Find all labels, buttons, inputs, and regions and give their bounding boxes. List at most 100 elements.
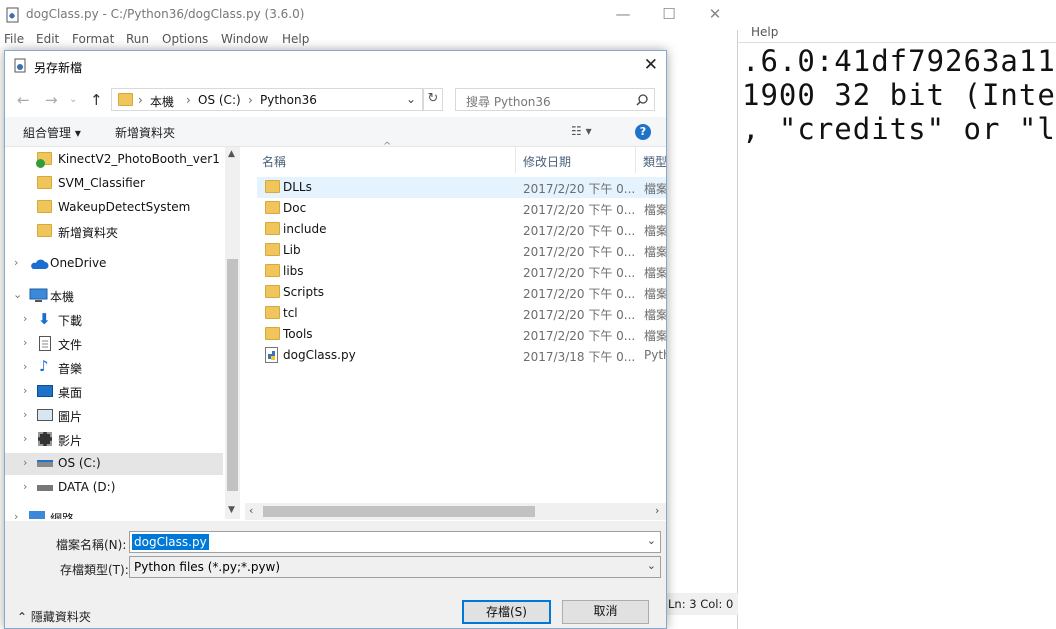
expand-chevron-icon[interactable]: › xyxy=(23,408,27,421)
tree-item-documents[interactable]: › 文件 xyxy=(5,333,223,355)
scroll-down-icon[interactable]: ▼ xyxy=(228,505,235,515)
help-icon[interactable]: ? xyxy=(635,124,651,140)
expand-chevron-icon[interactable]: › xyxy=(14,510,18,519)
tree-item-label: SVM_Classifier xyxy=(58,176,145,190)
menu-edit[interactable]: Edit xyxy=(36,32,59,46)
file-name: Scripts xyxy=(283,285,325,299)
column-date[interactable]: 修改日期 xyxy=(523,153,571,170)
expand-chevron-icon[interactable]: › xyxy=(14,256,18,269)
cancel-button[interactable]: 取消 xyxy=(562,600,649,624)
back-arrow-icon[interactable]: ← xyxy=(17,91,30,109)
nav-scrollbar[interactable]: ▲ ▼ xyxy=(225,147,240,519)
breadcrumb-python36[interactable]: Python36 xyxy=(260,93,317,107)
column-name[interactable]: 名稱 xyxy=(262,153,286,170)
file-row[interactable]: libs 2017/2/20 下午 0... 檔案 xyxy=(257,261,666,282)
expand-chevron-icon[interactable]: › xyxy=(23,384,27,397)
chevron-down-icon[interactable]: ⌄ xyxy=(647,534,656,547)
file-type: 檔案 xyxy=(644,329,666,343)
file-date: 2017/2/20 下午 0... xyxy=(523,266,636,280)
file-row[interactable]: Doc 2017/2/20 下午 0... 檔案 xyxy=(257,198,666,219)
column-type[interactable]: 類型 xyxy=(643,153,666,170)
filename-input[interactable]: dogClass.py ⌄ xyxy=(129,531,661,553)
tree-item-music[interactable]: › ♪ 音樂 xyxy=(5,357,223,379)
folder-icon xyxy=(265,306,280,319)
scroll-right-icon[interactable]: › xyxy=(655,504,659,517)
tree-item-onedrive[interactable]: › OneDrive xyxy=(5,253,223,275)
file-row[interactable]: tcl 2017/2/20 下午 0... 檔案 xyxy=(257,303,666,324)
horizontal-scrollbar[interactable]: ‹ › xyxy=(245,503,666,520)
tree-item-videos[interactable]: › 影片 xyxy=(5,429,223,451)
recent-chevron-icon[interactable]: ⌄ xyxy=(69,94,77,105)
scroll-left-icon[interactable]: ‹ xyxy=(249,504,253,517)
cloud-icon xyxy=(31,259,49,269)
file-type: 檔案 xyxy=(644,224,666,238)
tree-item-label: 網路 xyxy=(50,512,75,519)
chevron-down-icon[interactable]: ⌄ xyxy=(647,559,656,572)
expand-chevron-icon[interactable]: › xyxy=(23,456,27,469)
column-separator[interactable] xyxy=(635,147,636,173)
file-name: DLLs xyxy=(283,180,312,194)
expand-chevron-icon[interactable]: › xyxy=(23,312,27,325)
python-file-icon xyxy=(265,347,278,363)
tree-item-kinect[interactable]: KinectV2_PhotoBooth_ver1 xyxy=(5,149,223,171)
tree-item-pictures[interactable]: › 圖片 xyxy=(5,405,223,427)
view-options-icon[interactable]: ☷ ▾ xyxy=(571,124,592,138)
shell-menu-help[interactable]: Help xyxy=(751,25,778,39)
address-dropdown-icon[interactable]: ⌄ xyxy=(406,92,416,106)
refresh-icon[interactable]: ↻ xyxy=(423,88,443,111)
tree-item-this-pc[interactable]: ⌄ 本機 xyxy=(5,285,223,307)
tree-item-data-d[interactable]: › DATA (D:) xyxy=(5,477,223,499)
breadcrumb-this-pc[interactable]: 本機 xyxy=(150,93,174,110)
menu-options[interactable]: Options xyxy=(162,32,208,46)
organize-button[interactable]: 組合管理 ▾ xyxy=(23,124,81,141)
filename-value: dogClass.py xyxy=(132,534,209,550)
minimize-button[interactable]: — xyxy=(600,0,646,30)
expand-chevron-icon[interactable]: › xyxy=(23,432,27,445)
navigation-bar: ← → ⌄ ↑ › 本機 › OS (C:) › Python36 ⌄ ↻ 搜尋… xyxy=(5,85,666,115)
menu-window[interactable]: Window xyxy=(221,32,268,46)
filetype-select[interactable]: Python files (*.py;*.pyw) ⌄ xyxy=(129,556,661,578)
scroll-up-icon[interactable]: ▲ xyxy=(228,149,235,159)
file-date: 2017/2/20 下午 0... xyxy=(523,287,636,301)
dialog-bottom-panel: 檔案名稱(N): dogClass.py ⌄ 存檔類型(T): Python f… xyxy=(5,521,666,628)
address-bar[interactable]: › 本機 › OS (C:) › Python36 ⌄ xyxy=(111,88,423,111)
search-input[interactable]: 搜尋 Python36 xyxy=(455,88,655,111)
dialog-close-button[interactable]: ✕ xyxy=(644,55,658,75)
forward-arrow-icon[interactable]: → xyxy=(45,91,58,109)
tree-item-downloads[interactable]: › ⬇ 下載 xyxy=(5,309,223,331)
expand-chevron-icon[interactable]: › xyxy=(23,360,27,373)
close-button[interactable]: ✕ xyxy=(692,0,738,30)
horizontal-scroll-thumb[interactable] xyxy=(263,506,535,517)
breadcrumb-os-c[interactable]: OS (C:) xyxy=(198,93,241,107)
tree-item-svm[interactable]: SVM_Classifier xyxy=(5,173,223,195)
tree-item-os-c[interactable]: › OS (C:) xyxy=(5,453,223,475)
up-arrow-icon[interactable]: ↑ xyxy=(90,91,103,109)
tree-item-new-folder[interactable]: 新增資料夾 xyxy=(5,221,223,243)
file-row[interactable]: Scripts 2017/2/20 下午 0... 檔案 xyxy=(257,282,666,303)
file-row[interactable]: Lib 2017/2/20 下午 0... 檔案 xyxy=(257,240,666,261)
menu-help[interactable]: Help xyxy=(282,32,309,46)
menu-format[interactable]: Format xyxy=(72,32,114,46)
file-row[interactable]: DLLs 2017/2/20 下午 0... 檔案 xyxy=(257,177,666,198)
maximize-button[interactable]: ☐ xyxy=(646,0,692,30)
expand-chevron-icon[interactable]: › xyxy=(23,336,27,349)
menu-run[interactable]: Run xyxy=(126,32,149,46)
hide-folders-toggle[interactable]: ⌃ 隱藏資料夾 xyxy=(17,608,91,625)
file-row[interactable]: dogClass.py 2017/3/18 下午 0... Pyth xyxy=(257,345,666,366)
save-button[interactable]: 存檔(S) xyxy=(462,600,551,624)
file-row[interactable]: Tools 2017/2/20 下午 0... 檔案 xyxy=(257,324,666,345)
menu-file[interactable]: File xyxy=(4,32,24,46)
file-name: dogClass.py xyxy=(283,348,356,362)
file-row[interactable]: include 2017/2/20 下午 0... 檔案 xyxy=(257,219,666,240)
collapse-chevron-icon[interactable]: ⌄ xyxy=(13,288,22,301)
tree-item-network[interactable]: › 網路 xyxy=(5,507,223,519)
column-separator[interactable] xyxy=(515,147,516,173)
tree-item-desktop[interactable]: › 桌面 xyxy=(5,381,223,403)
tree-item-wakeup[interactable]: WakeupDetectSystem xyxy=(5,197,223,219)
nav-scroll-thumb[interactable] xyxy=(227,259,238,491)
new-folder-button[interactable]: 新增資料夾 xyxy=(115,124,175,141)
shell-window: Help .6.0:41df79263a11, 1900 32 bit (Int… xyxy=(738,0,1056,629)
tree-item-label: 下載 xyxy=(58,314,83,328)
expand-chevron-icon[interactable]: › xyxy=(23,480,27,493)
file-date: 2017/2/20 下午 0... xyxy=(523,224,636,238)
